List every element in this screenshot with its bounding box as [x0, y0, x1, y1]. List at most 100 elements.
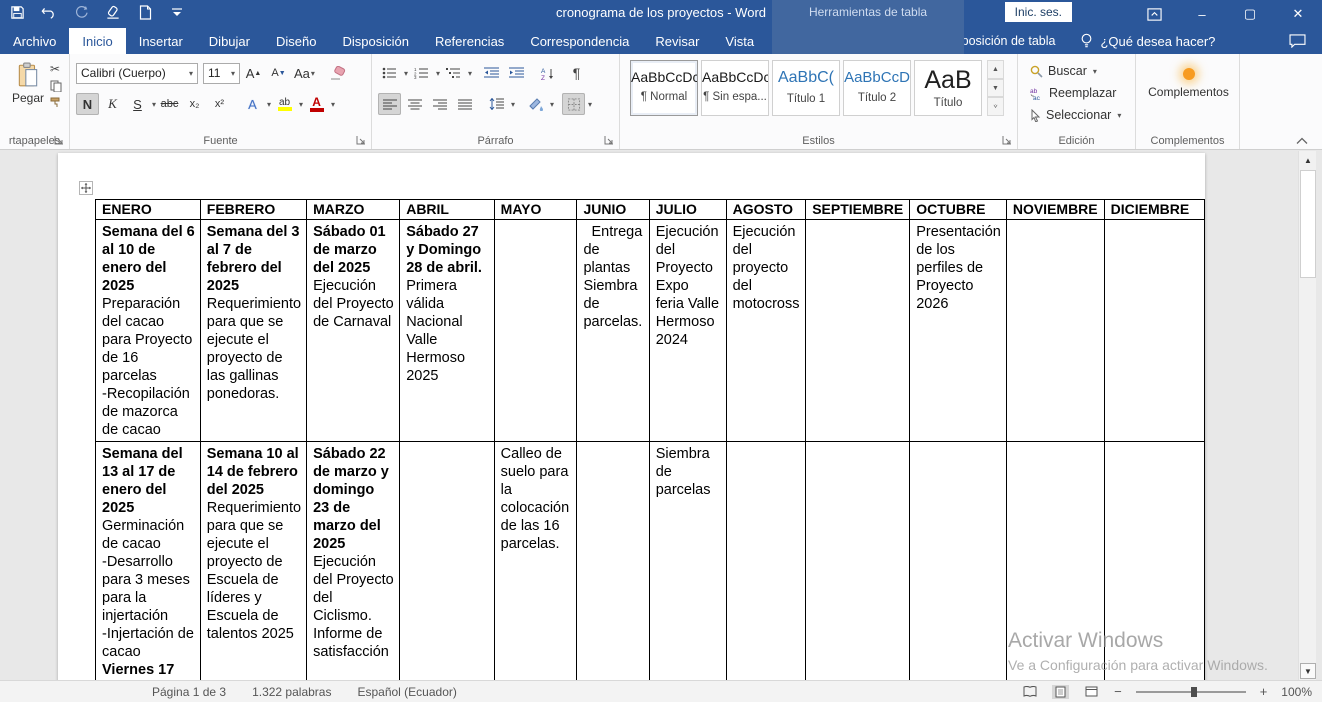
qat-customize-icon[interactable]: [168, 3, 186, 21]
italic-button[interactable]: K: [101, 93, 124, 115]
month-header-noviembre[interactable]: NOVIEMBRE: [1006, 200, 1104, 220]
feedback-icon[interactable]: [1289, 34, 1306, 48]
line-spacing-arrow[interactable]: ▾: [511, 100, 515, 109]
month-header-enero[interactable]: ENERO: [96, 200, 201, 220]
schedule-cell-r1-marzo[interactable]: Sábado 01 de marzo del 2025Ejecución del…: [307, 220, 400, 442]
underline-arrow[interactable]: ▾: [152, 100, 156, 109]
styles-scroll-up-icon[interactable]: ▲: [987, 60, 1004, 79]
clipboard-dialog-launcher[interactable]: [54, 135, 65, 146]
font-name-select[interactable]: Calibri (Cuerpo)▾: [76, 63, 198, 84]
style-normal[interactable]: AaBbCcDc¶ Normal: [630, 60, 698, 116]
borders-icon[interactable]: [562, 93, 585, 115]
sort-icon[interactable]: AZ: [536, 62, 559, 84]
font-dialog-launcher[interactable]: [356, 135, 367, 146]
schedule-cell-r1-octubre[interactable]: Presentación de los perfiles de Proyecto…: [910, 220, 1007, 442]
schedule-cell-r2-abril[interactable]: [400, 442, 494, 681]
subscript-button[interactable]: x₂: [183, 93, 206, 115]
text-effects-arrow[interactable]: ▾: [267, 100, 271, 109]
replace-button[interactable]: abac Reemplazar: [1030, 82, 1131, 104]
multilevel-list-icon[interactable]: [442, 62, 465, 84]
tab-inicio[interactable]: Inicio: [69, 28, 125, 54]
highlight-button[interactable]: ab: [273, 93, 296, 115]
tab-correspondencia[interactable]: Correspondencia: [517, 28, 642, 54]
schedule-cell-r1-enero[interactable]: Semana del 6 al 10 de enero del 2025Prep…: [96, 220, 201, 442]
text-effects-button[interactable]: A: [241, 93, 264, 115]
minimize-button[interactable]: –: [1178, 0, 1226, 28]
schedule-cell-r1-noviembre[interactable]: [1006, 220, 1104, 442]
borders-arrow[interactable]: ▾: [588, 100, 592, 109]
maximize-button[interactable]: ▢: [1226, 0, 1274, 28]
schedule-cell-r2-enero[interactable]: Semana del 13 al 17 de enero del 2025Ger…: [96, 442, 201, 681]
style-título-2[interactable]: AaBbCcDTítulo 2: [843, 60, 911, 116]
grow-font-button[interactable]: A▲: [242, 62, 265, 84]
save-icon[interactable]: [8, 3, 26, 21]
tell-me-box[interactable]: ¿Qué desea hacer?: [1064, 28, 1215, 54]
schedule-cell-r2-mayo[interactable]: Calleo de suelo para la colocación de la…: [494, 442, 577, 681]
justify-button[interactable]: [453, 93, 476, 115]
schedule-cell-r2-marzo[interactable]: Sábado 22 de marzo y domingo 23 de marzo…: [307, 442, 400, 681]
month-header-febrero[interactable]: FEBRERO: [200, 200, 306, 220]
schedule-cell-r2-octubre[interactable]: [910, 442, 1007, 681]
shading-icon[interactable]: [524, 93, 547, 115]
schedule-cell-r1-agosto[interactable]: Ejecución del proyecto del motocross: [726, 220, 806, 442]
cut-icon[interactable]: ✂: [50, 62, 62, 76]
eraser-icon[interactable]: [104, 3, 122, 21]
month-header-abril[interactable]: ABRIL: [400, 200, 494, 220]
tab-disposición[interactable]: Disposición: [329, 28, 421, 54]
schedule-cell-r2-agosto[interactable]: [726, 442, 806, 681]
format-painter-icon[interactable]: [50, 96, 62, 108]
font-color-arrow[interactable]: ▾: [331, 100, 335, 109]
tab-revisar[interactable]: Revisar: [642, 28, 712, 54]
style-título-1[interactable]: AaBbC(Título 1: [772, 60, 840, 116]
scrollbar-thumb[interactable]: [1300, 170, 1316, 278]
collapse-ribbon-icon[interactable]: [1296, 137, 1308, 145]
pilcrow-button[interactable]: ¶: [565, 62, 588, 84]
styles-scroll-down-icon[interactable]: ▼: [987, 79, 1004, 98]
shrink-font-button[interactable]: A▼: [267, 62, 290, 84]
tab-diseño[interactable]: Diseño: [263, 28, 329, 54]
schedule-cell-r1-abril[interactable]: Sábado 27 y Domingo 28 de abril.Primera …: [400, 220, 494, 442]
scroll-down-icon[interactable]: ▼: [1300, 663, 1316, 679]
numbering-arrow[interactable]: ▾: [436, 69, 440, 78]
style-sin-espa[interactable]: AaBbCcDc¶ Sin espa...: [701, 60, 769, 116]
styles-more-icon[interactable]: ⩒: [987, 97, 1004, 116]
zoom-slider-handle[interactable]: [1191, 687, 1197, 697]
clear-formatting-icon[interactable]: [327, 62, 350, 84]
schedule-cell-r1-febrero[interactable]: Semana del 3 al 7 de febrero del 2025Req…: [200, 220, 306, 442]
bold-button[interactable]: N: [76, 93, 99, 115]
scroll-up-icon[interactable]: ▲: [1300, 152, 1316, 168]
line-spacing-icon[interactable]: [485, 93, 508, 115]
font-color-button[interactable]: A: [305, 93, 328, 115]
font-size-select[interactable]: 11▾: [203, 63, 240, 84]
schedule-cell-r1-junio[interactable]: Entrega de plantasSiembra de parcelas.: [577, 220, 649, 442]
undo-icon[interactable]: [40, 3, 58, 21]
superscript-button[interactable]: x²: [208, 93, 231, 115]
bullets-icon[interactable]: [378, 62, 401, 84]
schedule-cell-r1-julio[interactable]: Ejecución del Proyecto Expo feria Valle …: [649, 220, 726, 442]
tab-dibujar[interactable]: Dibujar: [196, 28, 263, 54]
styles-dialog-launcher[interactable]: [1002, 135, 1013, 146]
close-button[interactable]: ✕: [1274, 0, 1322, 28]
zoom-slider[interactable]: [1136, 691, 1246, 693]
shading-arrow[interactable]: ▾: [550, 100, 554, 109]
select-button[interactable]: Seleccionar▾: [1030, 104, 1131, 126]
month-header-junio[interactable]: JUNIO: [577, 200, 649, 220]
month-header-diciembre[interactable]: DICIEMBRE: [1104, 200, 1204, 220]
schedule-cell-r1-diciembre[interactable]: [1104, 220, 1204, 442]
month-header-mayo[interactable]: MAYO: [494, 200, 577, 220]
schedule-cell-r2-julio[interactable]: Siembra de parcelas: [649, 442, 726, 681]
month-header-julio[interactable]: JULIO: [649, 200, 726, 220]
numbering-icon[interactable]: 123: [410, 62, 433, 84]
vertical-scrollbar[interactable]: ▲ ▼: [1298, 151, 1316, 680]
find-button[interactable]: Buscar▾: [1030, 60, 1131, 82]
schedule-cell-r2-noviembre[interactable]: [1006, 442, 1104, 681]
align-right-button[interactable]: [428, 93, 451, 115]
tab-insertar[interactable]: Insertar: [126, 28, 196, 54]
month-header-octubre[interactable]: OCTUBRE: [910, 200, 1007, 220]
tab-archivo[interactable]: Archivo: [0, 28, 69, 54]
decrease-indent-icon[interactable]: [480, 62, 503, 84]
style-título[interactable]: AaBTítulo: [914, 60, 982, 116]
sign-in-button[interactable]: Inic. ses.: [1005, 2, 1072, 22]
strikethrough-button[interactable]: abc: [158, 93, 181, 115]
align-center-button[interactable]: [403, 93, 426, 115]
